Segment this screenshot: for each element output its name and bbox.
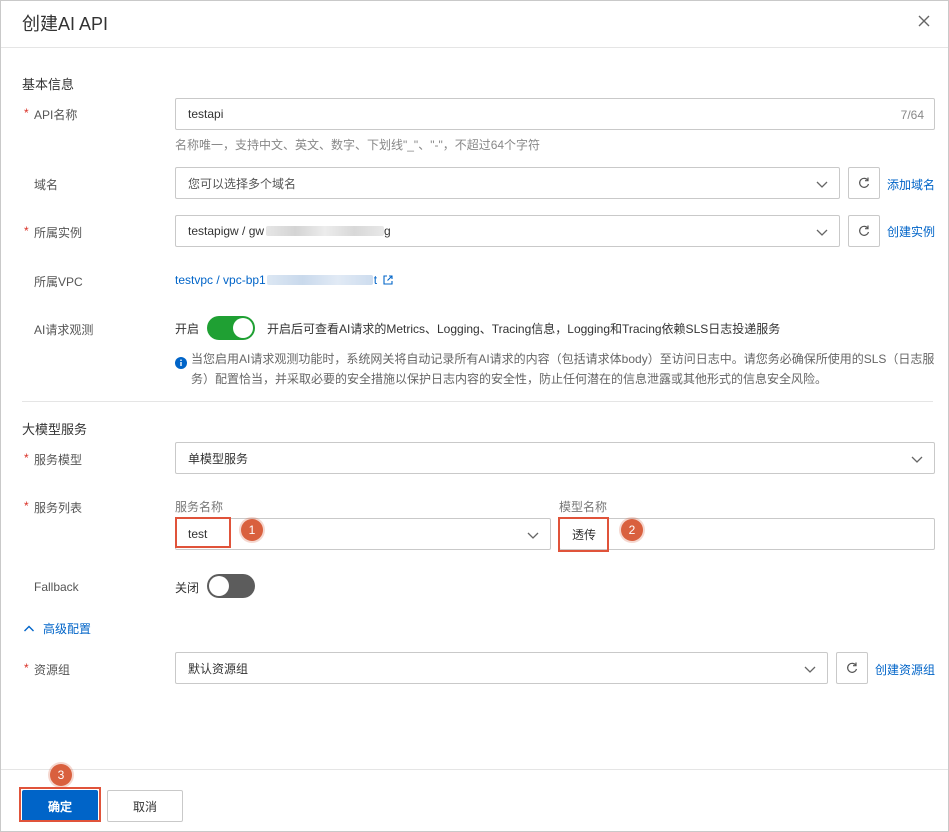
section-divider: [22, 401, 933, 402]
advanced-config-toggle[interactable]: 高级配置: [23, 620, 91, 637]
instance-label: 所属实例: [24, 224, 82, 241]
highlight-marker: [175, 517, 231, 548]
resource-group-refresh-button[interactable]: [836, 652, 868, 684]
vpc-label: 所属VPC: [34, 275, 83, 289]
service-name-select[interactable]: test: [175, 518, 551, 550]
api-name-input[interactable]: testapi 7/64: [175, 98, 935, 130]
step-badge-1: 1: [241, 519, 263, 541]
service-model-value: 单模型服务: [188, 451, 249, 466]
vpc-link[interactable]: testvpc / vpc-bp1 t: [175, 273, 394, 287]
ai-observe-notice: 当您启用AI请求观测功能时，系统网关将自动记录所有AI请求的内容（包括请求体bo…: [191, 349, 934, 389]
chevron-down-icon: [816, 229, 828, 236]
create-resource-group-link[interactable]: 创建资源组: [875, 661, 935, 678]
chevron-down-icon: [804, 666, 816, 673]
service-model-select[interactable]: 单模型服务: [175, 442, 935, 474]
toggle-knob: [233, 318, 253, 338]
close-icon[interactable]: [916, 13, 932, 29]
redacted-blur: [266, 275, 373, 285]
highlight-marker: [558, 517, 609, 552]
refresh-icon: [859, 225, 870, 236]
create-instance-link[interactable]: 创建实例: [887, 223, 935, 240]
instance-refresh-button[interactable]: [848, 215, 880, 247]
fallback-toggle[interactable]: [207, 574, 255, 598]
create-ai-api-dialog: 创建AI API 基本信息 API名称 testapi 7/64 名称唯一，支持…: [0, 0, 949, 832]
section-model-service: 大模型服务: [22, 422, 88, 437]
instance-value-suffix: g: [384, 224, 391, 238]
resource-group-label: 资源组: [24, 661, 70, 678]
notice-line-1: 当您启用AI请求观测功能时，系统网关将自动记录所有AI请求的内容（包括请求体bo…: [191, 352, 935, 366]
section-basic-info: 基本信息: [22, 77, 75, 92]
vpc-value-prefix: testvpc / vpc-bp1: [175, 273, 266, 287]
external-link-icon: [383, 275, 393, 285]
instance-select[interactable]: testapigw / gw g: [175, 215, 840, 247]
add-domain-link[interactable]: 添加域名: [887, 176, 935, 193]
api-name-hint: 名称唯一，支持中文、英文、数字、下划线"_"、"-"，不超过64个字符: [175, 138, 541, 152]
resource-group-select[interactable]: 默认资源组: [175, 652, 828, 684]
fallback-state: 关闭: [175, 581, 200, 595]
highlight-marker: [19, 787, 101, 822]
toggle-knob: [209, 576, 229, 596]
model-name-input[interactable]: 透传: [559, 518, 935, 550]
service-list-label: 服务列表: [24, 499, 82, 516]
header-divider: [1, 47, 948, 48]
api-name-value: testapi: [188, 107, 224, 121]
ai-observe-description: 开启后可查看AI请求的Metrics、Logging、Tracing信息，Log…: [267, 322, 781, 336]
api-name-label: API名称: [24, 106, 77, 123]
step-badge-3: 3: [50, 764, 72, 786]
api-name-count: 7/64: [900, 108, 924, 122]
service-model-label: 服务模型: [24, 451, 82, 468]
ai-observe-toggle[interactable]: [207, 316, 255, 340]
refresh-icon: [847, 662, 858, 673]
domain-placeholder: 您可以选择多个域名: [188, 176, 297, 191]
chevron-up-icon: [24, 625, 34, 631]
step-badge-2: 2: [621, 519, 643, 541]
notice-line-2: 务）配置恰当，并采取必要的安全措施以保护日志内容的安全性，防止任何潜在的信息泄露…: [191, 372, 828, 386]
instance-value-prefix: testapigw / gw: [188, 224, 265, 238]
domain-label: 域名: [34, 178, 59, 192]
chevron-down-icon: [816, 181, 828, 188]
ai-observe-state: 开启: [175, 322, 200, 336]
domain-select[interactable]: 您可以选择多个域名: [175, 167, 840, 199]
refresh-icon: [859, 177, 870, 188]
vpc-value-suffix: t: [373, 273, 378, 287]
resource-group-value: 默认资源组: [188, 661, 249, 676]
fallback-label: Fallback: [34, 580, 79, 594]
redacted-blur: [266, 226, 385, 236]
domain-refresh-button[interactable]: [848, 167, 880, 199]
chevron-down-icon: [527, 532, 539, 539]
advanced-config-label: 高级配置: [43, 622, 92, 636]
chevron-down-icon: [911, 456, 923, 463]
ai-observe-label: AI请求观测: [34, 323, 94, 337]
cancel-button[interactable]: 取消: [107, 790, 183, 822]
service-name-header: 服务名称: [175, 500, 224, 514]
footer-divider: [1, 769, 948, 770]
info-icon: [175, 357, 187, 369]
model-name-header: 模型名称: [559, 500, 608, 514]
dialog-title: 创建AI API: [22, 14, 109, 34]
